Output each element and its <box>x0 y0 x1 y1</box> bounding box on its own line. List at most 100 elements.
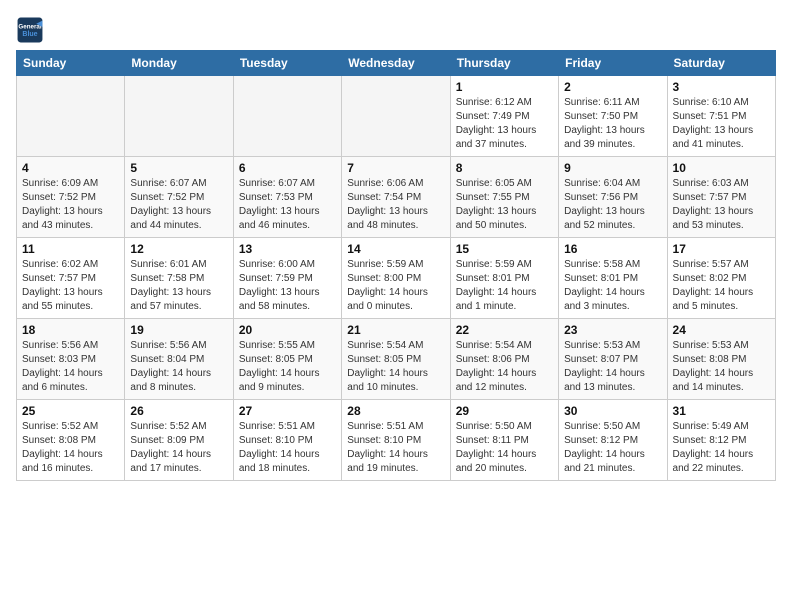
day-number: 31 <box>673 404 770 418</box>
day-info: Sunrise: 6:09 AM Sunset: 7:52 PM Dayligh… <box>22 177 119 233</box>
calendar-cell: 29 Sunrise: 5:50 AM Sunset: 8:11 PM Dayli… <box>450 400 558 481</box>
calendar-cell: 21 Sunrise: 5:54 AM Sunset: 8:05 PM Dayli… <box>342 319 450 400</box>
calendar-cell <box>17 76 125 157</box>
day-info: Sunrise: 5:49 AM Sunset: 8:12 PM Dayligh… <box>673 420 770 476</box>
day-info: Sunrise: 5:58 AM Sunset: 8:01 PM Dayligh… <box>564 258 661 314</box>
svg-text:Blue: Blue <box>22 31 37 38</box>
calendar-header-monday: Monday <box>125 51 233 76</box>
calendar-cell: 8Sunrise: 6:05 AM Sunset: 7:55 PM Daylig… <box>450 157 558 238</box>
day-number: 5 <box>130 161 227 175</box>
calendar-header-sunday: Sunday <box>17 51 125 76</box>
calendar-cell: 6 Sunrise: 6:07 AM Sunset: 7:53 PM Daylig… <box>233 157 341 238</box>
calendar-cell: 2 Sunrise: 6:11 AM Sunset: 7:50 PM Daylig… <box>559 76 667 157</box>
day-number: 7 <box>347 161 444 175</box>
calendar-cell: 5 Sunrise: 6:07 AM Sunset: 7:52 PM Daylig… <box>125 157 233 238</box>
day-info: Sunrise: 5:56 AM Sunset: 8:04 PM Dayligh… <box>130 339 227 395</box>
day-number: 21 <box>347 323 444 337</box>
calendar-cell: 17 Sunrise: 5:57 AM Sunset: 8:02 PM Dayli… <box>667 238 775 319</box>
day-info: Sunrise: 5:50 AM Sunset: 8:11 PM Dayligh… <box>456 420 553 476</box>
calendar-cell: 1 Sunrise: 6:12 AM Sunset: 7:49 PM Daylig… <box>450 76 558 157</box>
day-number: 23 <box>564 323 661 337</box>
day-info: Sunrise: 5:50 AM Sunset: 8:12 PM Dayligh… <box>564 420 661 476</box>
calendar-week-3: 11Sunrise: 6:02 AM Sunset: 7:57 PM Dayli… <box>17 238 776 319</box>
day-number: 24 <box>673 323 770 337</box>
calendar-cell: 25 Sunrise: 5:52 AM Sunset: 8:08 PM Dayli… <box>17 400 125 481</box>
day-number: 17 <box>673 242 770 256</box>
calendar-week-5: 25 Sunrise: 5:52 AM Sunset: 8:08 PM Dayli… <box>17 400 776 481</box>
day-info: Sunrise: 5:52 AM Sunset: 8:09 PM Dayligh… <box>130 420 227 476</box>
logo-icon: General Blue <box>16 16 44 44</box>
calendar-cell: 4Sunrise: 6:09 AM Sunset: 7:52 PM Daylig… <box>17 157 125 238</box>
day-number: 19 <box>130 323 227 337</box>
calendar-cell: 15 Sunrise: 5:59 AM Sunset: 8:01 PM Dayli… <box>450 238 558 319</box>
day-info: Sunrise: 6:06 AM Sunset: 7:54 PM Dayligh… <box>347 177 444 233</box>
day-number: 3 <box>673 80 770 94</box>
calendar-cell <box>125 76 233 157</box>
day-info: Sunrise: 6:05 AM Sunset: 7:55 PM Dayligh… <box>456 177 553 233</box>
day-number: 12 <box>130 242 227 256</box>
calendar-cell: 22Sunrise: 5:54 AM Sunset: 8:06 PM Dayli… <box>450 319 558 400</box>
day-info: Sunrise: 5:52 AM Sunset: 8:08 PM Dayligh… <box>22 420 119 476</box>
day-info: Sunrise: 5:51 AM Sunset: 8:10 PM Dayligh… <box>347 420 444 476</box>
calendar-cell: 11Sunrise: 6:02 AM Sunset: 7:57 PM Dayli… <box>17 238 125 319</box>
calendar-header-tuesday: Tuesday <box>233 51 341 76</box>
calendar-cell: 12 Sunrise: 6:01 AM Sunset: 7:58 PM Dayli… <box>125 238 233 319</box>
day-number: 28 <box>347 404 444 418</box>
calendar-week-1: 1 Sunrise: 6:12 AM Sunset: 7:49 PM Daylig… <box>17 76 776 157</box>
calendar-header-saturday: Saturday <box>667 51 775 76</box>
calendar-cell: 30Sunrise: 5:50 AM Sunset: 8:12 PM Dayli… <box>559 400 667 481</box>
calendar-body: 1 Sunrise: 6:12 AM Sunset: 7:49 PM Daylig… <box>17 76 776 481</box>
day-number: 16 <box>564 242 661 256</box>
day-number: 20 <box>239 323 336 337</box>
calendar-cell: 19 Sunrise: 5:56 AM Sunset: 8:04 PM Dayli… <box>125 319 233 400</box>
day-info: Sunrise: 5:54 AM Sunset: 8:05 PM Dayligh… <box>347 339 444 395</box>
day-number: 15 <box>456 242 553 256</box>
calendar-cell <box>342 76 450 157</box>
day-info: Sunrise: 6:00 AM Sunset: 7:59 PM Dayligh… <box>239 258 336 314</box>
day-info: Sunrise: 5:59 AM Sunset: 8:01 PM Dayligh… <box>456 258 553 314</box>
calendar-week-4: 18 Sunrise: 5:56 AM Sunset: 8:03 PM Dayli… <box>17 319 776 400</box>
day-number: 1 <box>456 80 553 94</box>
day-info: Sunrise: 5:57 AM Sunset: 8:02 PM Dayligh… <box>673 258 770 314</box>
calendar-cell: 9 Sunrise: 6:04 AM Sunset: 7:56 PM Daylig… <box>559 157 667 238</box>
calendar-cell: 31 Sunrise: 5:49 AM Sunset: 8:12 PM Dayli… <box>667 400 775 481</box>
calendar-cell: 24 Sunrise: 5:53 AM Sunset: 8:08 PM Dayli… <box>667 319 775 400</box>
day-number: 22 <box>456 323 553 337</box>
calendar-cell: 26 Sunrise: 5:52 AM Sunset: 8:09 PM Dayli… <box>125 400 233 481</box>
day-number: 2 <box>564 80 661 94</box>
day-number: 10 <box>673 161 770 175</box>
day-info: Sunrise: 6:04 AM Sunset: 7:56 PM Dayligh… <box>564 177 661 233</box>
logo: General Blue <box>16 16 44 44</box>
calendar-cell: 27Sunrise: 5:51 AM Sunset: 8:10 PM Dayli… <box>233 400 341 481</box>
calendar-week-2: 4Sunrise: 6:09 AM Sunset: 7:52 PM Daylig… <box>17 157 776 238</box>
calendar-cell: 18 Sunrise: 5:56 AM Sunset: 8:03 PM Dayli… <box>17 319 125 400</box>
day-info: Sunrise: 6:07 AM Sunset: 7:53 PM Dayligh… <box>239 177 336 233</box>
day-number: 26 <box>130 404 227 418</box>
calendar-cell: 7 Sunrise: 6:06 AM Sunset: 7:54 PM Daylig… <box>342 157 450 238</box>
calendar-table: SundayMondayTuesdayWednesdayThursdayFrid… <box>16 50 776 481</box>
calendar-cell: 13Sunrise: 6:00 AM Sunset: 7:59 PM Dayli… <box>233 238 341 319</box>
day-number: 6 <box>239 161 336 175</box>
day-number: 11 <box>22 242 119 256</box>
day-number: 9 <box>564 161 661 175</box>
day-number: 25 <box>22 404 119 418</box>
calendar-header-wednesday: Wednesday <box>342 51 450 76</box>
calendar-cell: 23Sunrise: 5:53 AM Sunset: 8:07 PM Dayli… <box>559 319 667 400</box>
calendar-cell: 3 Sunrise: 6:10 AM Sunset: 7:51 PM Daylig… <box>667 76 775 157</box>
day-info: Sunrise: 5:55 AM Sunset: 8:05 PM Dayligh… <box>239 339 336 395</box>
calendar-header-row: SundayMondayTuesdayWednesdayThursdayFrid… <box>17 51 776 76</box>
calendar-header-thursday: Thursday <box>450 51 558 76</box>
day-info: Sunrise: 6:12 AM Sunset: 7:49 PM Dayligh… <box>456 96 553 152</box>
calendar-cell: 16 Sunrise: 5:58 AM Sunset: 8:01 PM Dayli… <box>559 238 667 319</box>
day-number: 27 <box>239 404 336 418</box>
day-info: Sunrise: 6:07 AM Sunset: 7:52 PM Dayligh… <box>130 177 227 233</box>
day-info: Sunrise: 6:01 AM Sunset: 7:58 PM Dayligh… <box>130 258 227 314</box>
day-info: Sunrise: 5:53 AM Sunset: 8:08 PM Dayligh… <box>673 339 770 395</box>
day-number: 18 <box>22 323 119 337</box>
day-info: Sunrise: 6:10 AM Sunset: 7:51 PM Dayligh… <box>673 96 770 152</box>
day-info: Sunrise: 6:11 AM Sunset: 7:50 PM Dayligh… <box>564 96 661 152</box>
calendar-cell: 20 Sunrise: 5:55 AM Sunset: 8:05 PM Dayli… <box>233 319 341 400</box>
day-info: Sunrise: 5:56 AM Sunset: 8:03 PM Dayligh… <box>22 339 119 395</box>
header: General Blue <box>16 16 776 44</box>
day-number: 29 <box>456 404 553 418</box>
